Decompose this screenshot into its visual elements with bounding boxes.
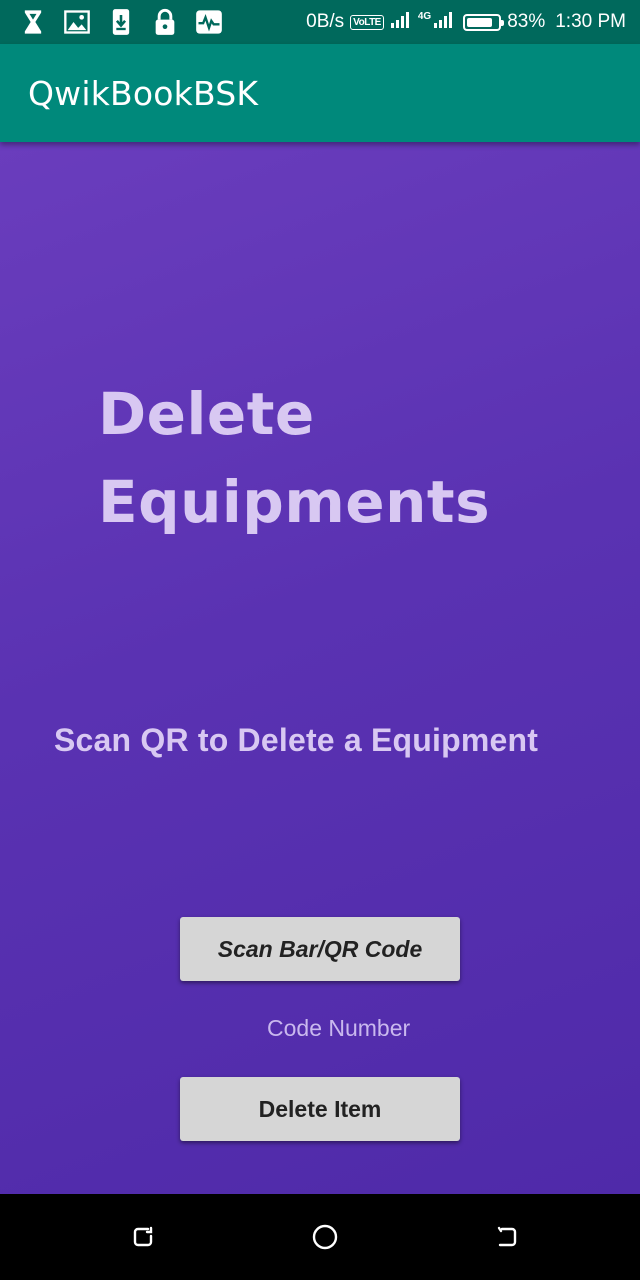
net-speed: 0B/s — [306, 11, 345, 32]
status-indicators: 0B/s VoLTE 4G 83% 1:30 PM — [306, 9, 626, 35]
battery-level-fill — [467, 17, 493, 27]
status-bar: 0B/s VoLTE 4G 83% 1:30 PM — [0, 0, 640, 44]
lock-icon — [150, 7, 180, 37]
code-number-label: Code Number — [267, 1015, 411, 1041]
network-type: 4G — [417, 11, 432, 22]
image-icon — [62, 7, 92, 37]
page-heading: Delete Equipments — [98, 370, 558, 546]
app-title: QwikBookBSK — [28, 73, 259, 113]
signal-4g-icon — [433, 9, 455, 35]
delete-item-button[interactable]: Delete Item — [180, 1077, 460, 1141]
scan-code-button[interactable]: Scan Bar/QR Code — [180, 917, 460, 981]
battery-icon — [463, 13, 505, 31]
clock: 1:30 PM — [555, 11, 626, 32]
hourglass-icon — [18, 7, 48, 37]
instruction-text: Scan QR to Delete a Equipment — [54, 722, 539, 758]
app-bar: QwikBookBSK — [0, 44, 640, 142]
heading-line-1: Delete — [98, 380, 315, 448]
navigation-bar — [0, 1194, 640, 1280]
back-icon[interactable] — [492, 1222, 522, 1252]
activity-icon — [194, 7, 224, 37]
notification-icons — [18, 7, 224, 37]
main-content: Delete Equipments Scan QR to Delete a Eq… — [0, 142, 640, 1194]
volte-badge: VoLTE — [350, 14, 384, 30]
recents-icon[interactable] — [128, 1222, 158, 1252]
home-icon[interactable] — [310, 1222, 340, 1252]
download-icon — [106, 7, 136, 37]
signal-icon — [390, 9, 412, 35]
battery-percent: 83% — [507, 11, 546, 32]
heading-line-2: Equipments — [98, 468, 491, 536]
